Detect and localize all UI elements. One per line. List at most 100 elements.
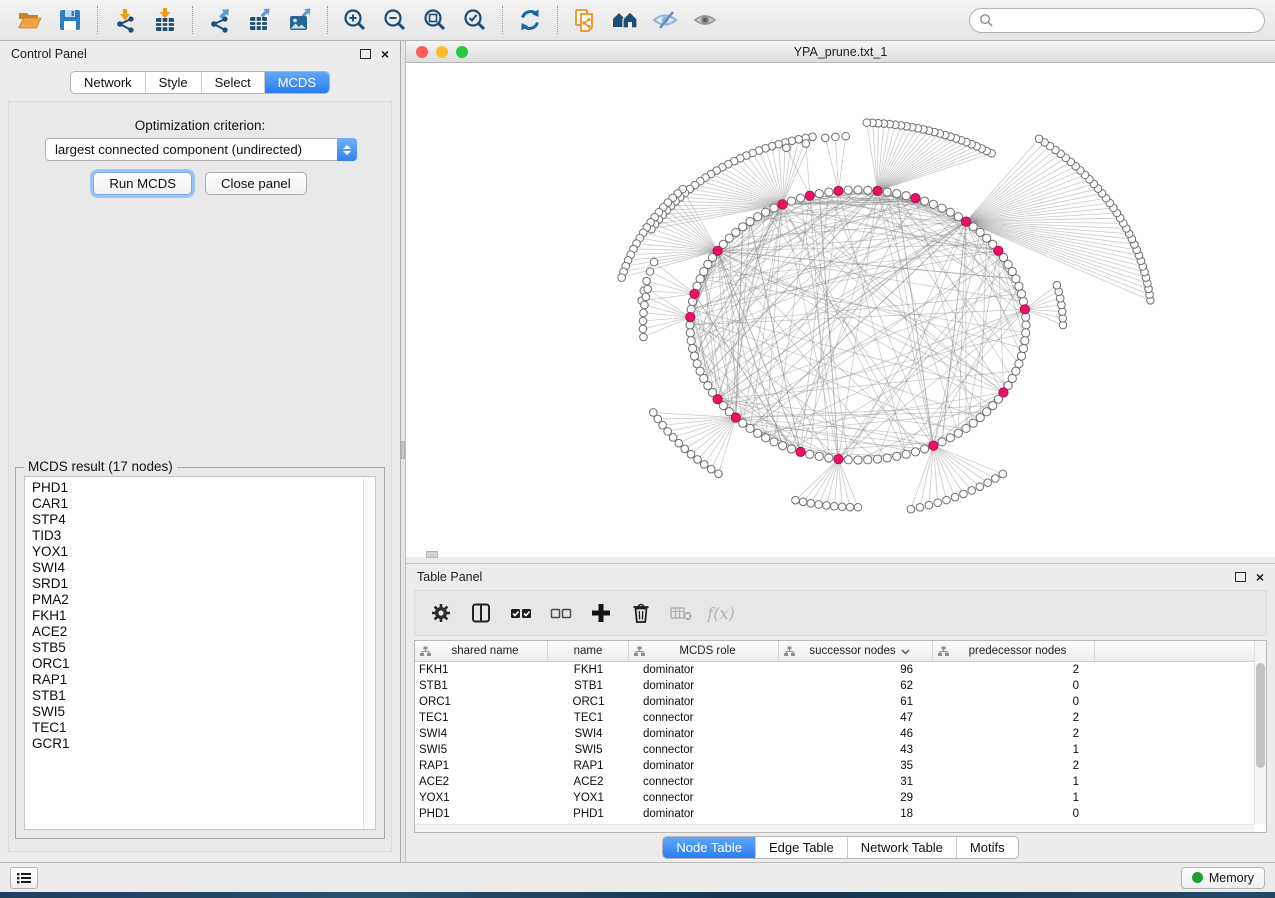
network-node[interactable]: [806, 450, 814, 458]
mcds-result-item[interactable]: SRD1: [32, 576, 375, 592]
import-network-button[interactable]: [105, 3, 145, 37]
network-node[interactable]: [825, 188, 833, 196]
delete-selected-button[interactable]: [623, 595, 659, 631]
network-node[interactable]: [694, 456, 702, 464]
list-scrollbar[interactable]: [363, 477, 375, 829]
column-header-mcds-role[interactable]: MCDS role: [629, 641, 779, 661]
add-column-button[interactable]: [583, 595, 619, 631]
export-network-button[interactable]: [200, 3, 240, 37]
network-node[interactable]: [681, 445, 689, 453]
table-row[interactable]: ORC1ORC1dominator610: [415, 694, 1266, 710]
close-panel-button[interactable]: ×: [381, 49, 389, 59]
hide-selected-button[interactable]: [645, 3, 685, 37]
network-node[interactable]: [823, 502, 831, 510]
memory-button[interactable]: Memory: [1181, 867, 1265, 889]
zoom-in-button[interactable]: [335, 3, 375, 37]
network-node[interactable]: [686, 329, 694, 337]
table-row[interactable]: PHD1PHD1dominator180: [415, 806, 1266, 822]
network-node[interactable]: [929, 200, 937, 208]
mcds-result-item[interactable]: STP4: [32, 512, 375, 528]
table-vertical-scrollbar[interactable]: [1254, 641, 1266, 824]
mcds-result-item[interactable]: PMA2: [32, 592, 375, 608]
network-node[interactable]: [715, 470, 723, 478]
tab-network-table[interactable]: Network Table: [847, 837, 956, 858]
network-node[interactable]: [787, 197, 795, 205]
table-row[interactable]: ACE2ACE2connector311: [415, 774, 1266, 790]
mcds-hub-node[interactable]: [686, 313, 695, 322]
network-node[interactable]: [1022, 329, 1030, 337]
network-node[interactable]: [639, 317, 647, 325]
column-header-shared-name[interactable]: shared name: [415, 641, 548, 661]
network-node[interactable]: [999, 470, 1007, 478]
network-node[interactable]: [838, 503, 846, 511]
network-node[interactable]: [943, 496, 951, 504]
scrollbar-thumb[interactable]: [1256, 663, 1265, 768]
network-node[interactable]: [687, 450, 695, 458]
network-node[interactable]: [920, 197, 928, 205]
mcds-hub-node[interactable]: [796, 447, 805, 456]
tab-network[interactable]: Network: [71, 72, 145, 93]
network-node[interactable]: [1017, 352, 1025, 360]
network-node[interactable]: [864, 186, 872, 194]
table-row[interactable]: STB1STB1dominator620: [415, 678, 1266, 694]
network-node[interactable]: [983, 234, 991, 242]
network-node[interactable]: [830, 502, 838, 510]
network-node[interactable]: [984, 479, 992, 487]
table-horizontal-scrollbar[interactable]: [415, 824, 1254, 832]
network-node[interactable]: [669, 434, 677, 442]
mcds-result-item[interactable]: SWI4: [32, 560, 375, 576]
float-panel-button[interactable]: [360, 49, 371, 59]
network-node[interactable]: [762, 434, 770, 442]
network-node[interactable]: [1019, 297, 1027, 305]
network-node[interactable]: [1021, 337, 1029, 345]
mcds-result-item[interactable]: STB1: [32, 688, 375, 704]
mcds-result-item[interactable]: YOX1: [32, 544, 375, 560]
show-all-button[interactable]: [685, 3, 725, 37]
network-node[interactable]: [976, 414, 984, 422]
network-node[interactable]: [792, 496, 800, 504]
network-node[interactable]: [618, 274, 626, 282]
network-node[interactable]: [854, 186, 862, 194]
network-node[interactable]: [783, 144, 791, 152]
network-node[interactable]: [854, 503, 862, 511]
network-node[interactable]: [916, 504, 924, 512]
mcds-hub-node[interactable]: [1020, 305, 1029, 314]
float-table-panel-button[interactable]: [1235, 572, 1246, 582]
network-node[interactable]: [907, 505, 915, 513]
network-node[interactable]: [846, 503, 854, 511]
mcds-hub-node[interactable]: [834, 186, 843, 195]
select-all-rows-button[interactable]: [503, 595, 539, 631]
network-node[interactable]: [893, 452, 901, 460]
network-node[interactable]: [954, 213, 962, 221]
mcds-result-item[interactable]: FKH1: [32, 608, 375, 624]
network-node[interactable]: [893, 190, 901, 198]
network-node[interactable]: [762, 208, 770, 216]
mcds-result-item[interactable]: ACE2: [32, 624, 375, 640]
save-session-button[interactable]: [50, 3, 90, 37]
network-node[interactable]: [639, 325, 647, 333]
network-node[interactable]: [873, 455, 881, 463]
table-mode-button[interactable]: [423, 595, 459, 631]
network-node[interactable]: [825, 454, 833, 462]
mcds-hub-node[interactable]: [994, 246, 1003, 255]
network-node[interactable]: [739, 223, 747, 231]
import-table-button[interactable]: [145, 3, 185, 37]
close-panel-button-mcds[interactable]: Close panel: [205, 172, 307, 195]
table-row[interactable]: SWI4SWI4dominator462: [415, 726, 1266, 742]
network-node[interactable]: [799, 498, 807, 506]
network-node[interactable]: [650, 258, 658, 266]
network-node[interactable]: [832, 133, 840, 141]
network-node[interactable]: [690, 352, 698, 360]
network-node[interactable]: [902, 450, 910, 458]
network-node[interactable]: [968, 487, 976, 495]
network-node[interactable]: [883, 454, 891, 462]
network-node[interactable]: [938, 204, 946, 212]
clone-network-button[interactable]: [565, 3, 605, 37]
network-node[interactable]: [644, 285, 652, 293]
network-node[interactable]: [844, 186, 852, 194]
network-node[interactable]: [815, 501, 823, 509]
mcds-hub-node[interactable]: [778, 200, 787, 209]
network-node[interactable]: [946, 434, 954, 442]
mcds-hub-node[interactable]: [713, 395, 722, 404]
network-node[interactable]: [640, 309, 648, 317]
